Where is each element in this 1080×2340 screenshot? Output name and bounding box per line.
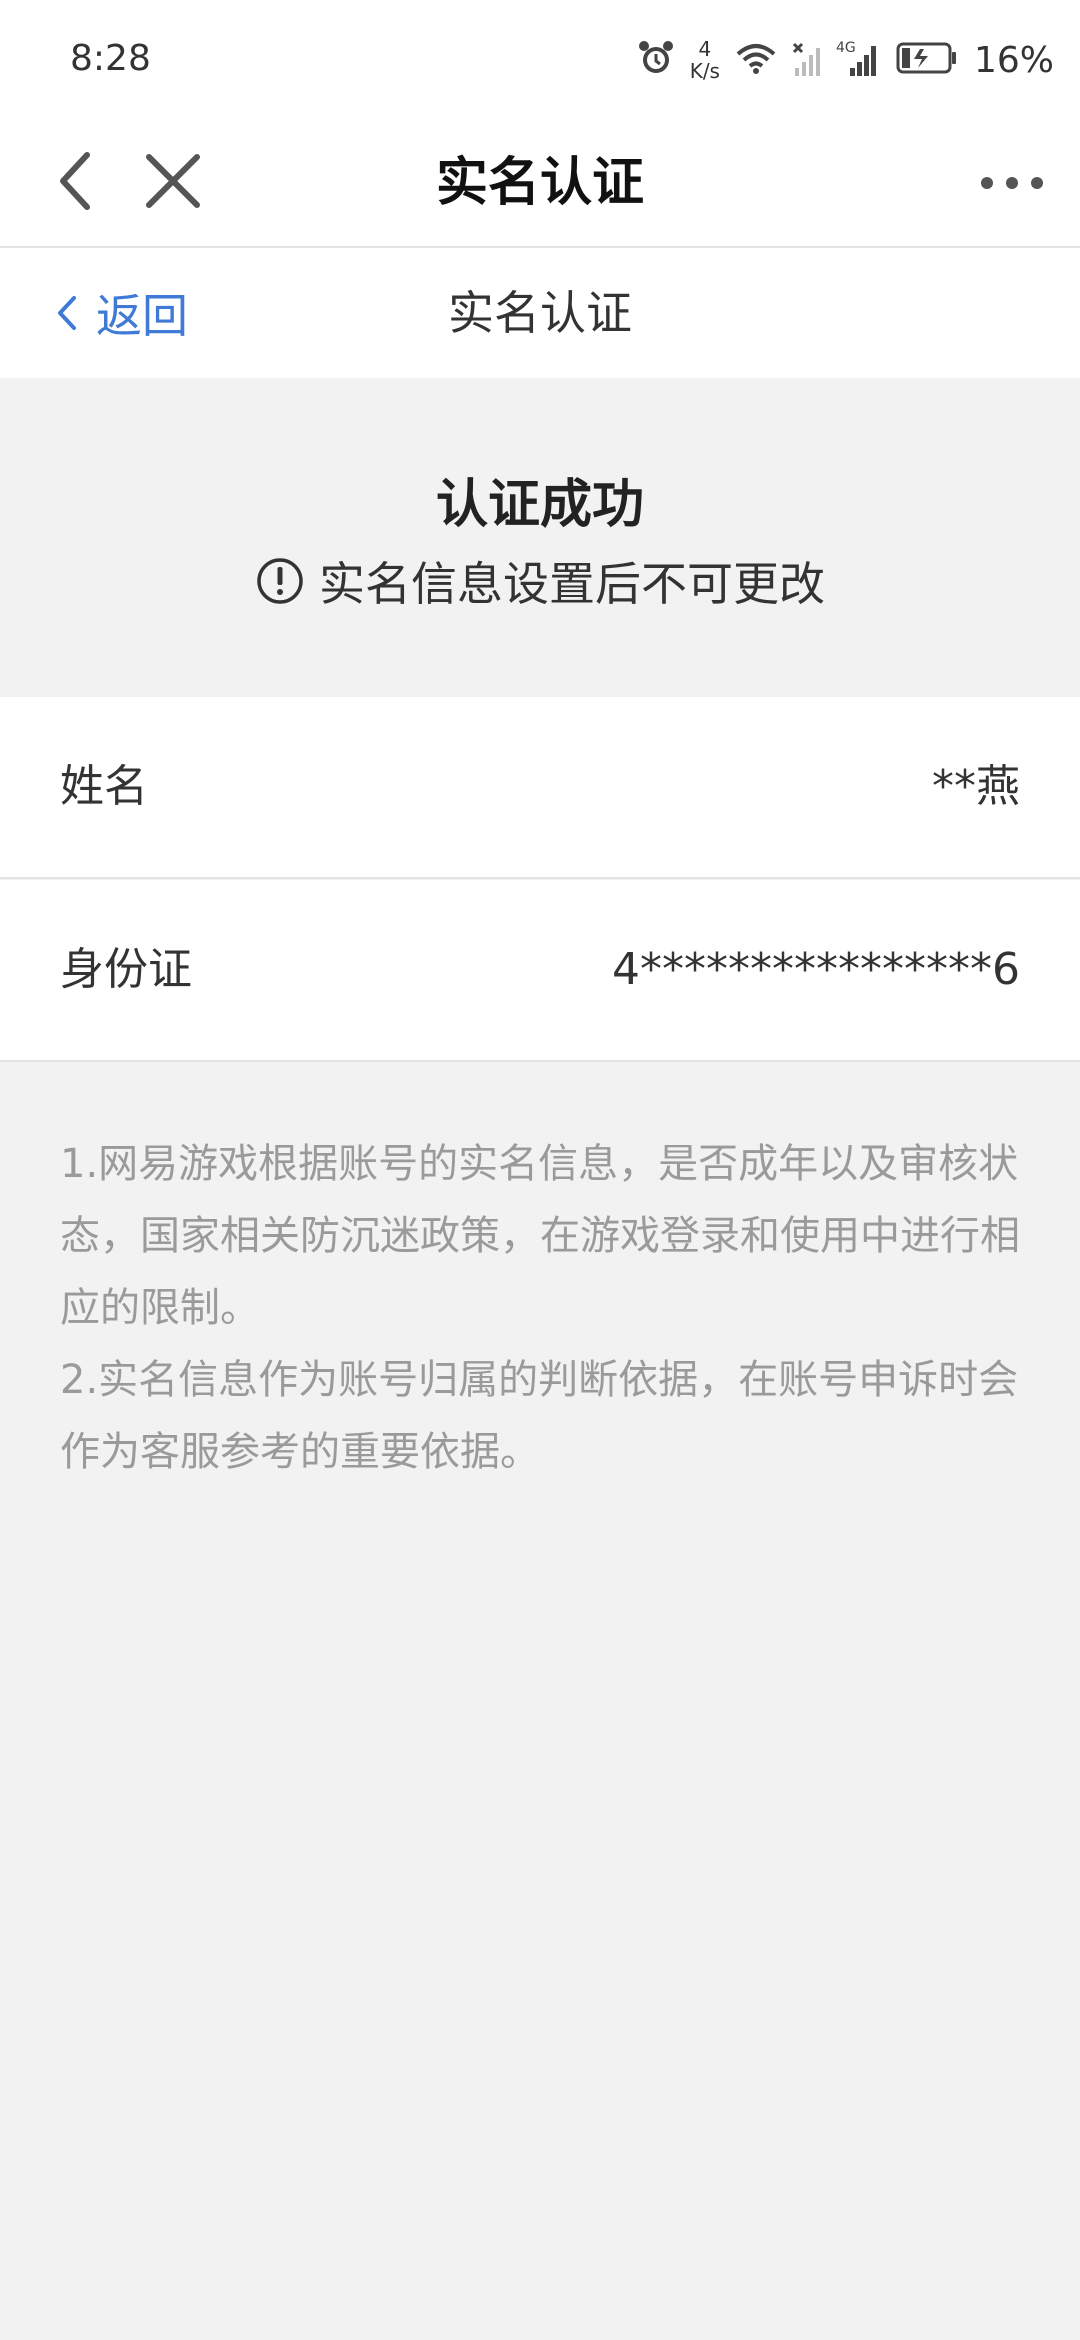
notes: 1.网易游戏根据账号的实名信息，是否成年以及审核状态，国家相关防沉迷政策，在游戏… — [60, 1128, 1026, 1488]
alarm-icon — [636, 38, 676, 82]
speed-unit: K/s — [689, 59, 720, 83]
signal-sim1-icon — [792, 38, 822, 82]
warning-icon — [257, 558, 303, 604]
network-speed: 4 K/s — [690, 38, 720, 82]
name-row: 姓名 **燕 — [0, 697, 1080, 879]
speed-value: 4 — [698, 37, 712, 61]
battery-icon — [896, 41, 958, 79]
name-label: 姓名 — [60, 761, 148, 812]
battery-percent: 16% — [973, 39, 1054, 81]
id-card-row: 身份证 4****************6 — [0, 880, 1080, 1062]
result-section: 认证成功 实名信息设置后不可更改 — [0, 378, 1080, 696]
result-note: 实名信息设置后不可更改 — [0, 548, 1080, 614]
wifi-icon — [734, 40, 778, 80]
name-value: **燕 — [932, 761, 1020, 812]
id-card-label: 身份证 — [60, 944, 192, 995]
result-title: 认证成功 — [435, 475, 644, 535]
more-button[interactable] — [972, 158, 1052, 208]
top-bar: 实名认证 — [0, 120, 1080, 248]
svg-text:4G: 4G — [836, 40, 856, 56]
page-title: 实名认证 — [435, 153, 644, 213]
id-card-value: 4****************6 — [612, 944, 1020, 995]
status-time: 8:28 — [70, 38, 151, 79]
status-icons: 4 K/s 4G 16% — [636, 30, 1054, 90]
more-icon — [981, 177, 1043, 189]
nav-bar: 返回 实名认证 — [0, 248, 1080, 378]
result-note-text: 实名信息设置后不可更改 — [319, 557, 825, 611]
note-item: 2.实名信息作为账号归属的判断依据，在账号申诉时会作为客服参考的重要依据。 — [60, 1357, 1019, 1475]
note-item: 1.网易游戏根据账号的实名信息，是否成年以及审核状态，国家相关防沉迷政策，在游戏… — [60, 1141, 1020, 1331]
signal-4g-icon: 4G — [836, 38, 882, 82]
status-bar: 8:28 4 K/s 4G 16% — [0, 0, 1080, 120]
nav-title: 实名认证 — [448, 286, 632, 340]
